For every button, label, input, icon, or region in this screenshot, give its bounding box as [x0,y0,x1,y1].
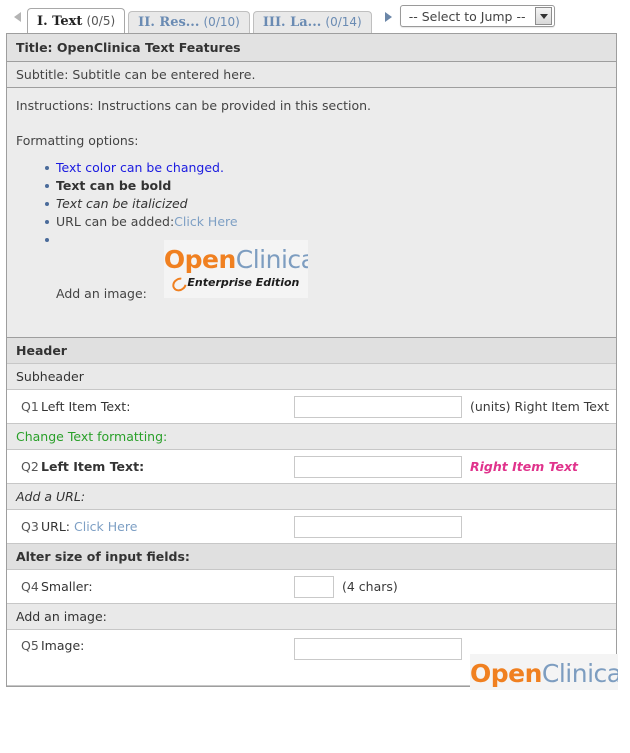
question-row-q3: Q3 URL: Click Here [7,510,616,544]
tab-section-1-count: (0/5) [86,14,116,28]
section-subtitle: Subtitle: Subtitle can be entered here. [7,62,616,88]
jump-select-button[interactable] [535,7,553,25]
list-item: Add an image: OpenClinica Enterprise Edi… [45,231,607,303]
group-change-text-formatting: Change Text formatting: [7,424,616,450]
question-input-wrap-q3 [294,515,462,538]
instructions-text: Instructions: Instructions can be provid… [16,98,372,113]
chevron-down-icon [539,13,548,19]
openclinica-logo-enterprise: OpenClinica Enterprise Edition [163,240,308,298]
jump-select-value: -- Select to Jump -- [408,8,526,24]
logo-clinica-text: Clinica [235,245,308,274]
jump-to-section-select[interactable]: -- Select to Jump -- [399,5,556,27]
logo-open-text-bottom: Open [470,659,542,688]
logo-edition-line: Enterprise Edition [164,275,308,291]
question-input-q5[interactable] [294,638,462,660]
group-add-an-image: Add an image: [7,604,616,630]
question-label-q3: URL: Click Here [41,519,294,534]
question-row-q5: Q5 Image: OpenClinica [7,630,618,690]
question-input-q4[interactable] [294,575,334,598]
section-panel: Title: OpenClinica Text Features Subtitl… [6,33,618,690]
question-input-wrap-q2 [294,455,462,478]
question-row-q2: Q2 Left Item Text: Right Item Text [7,450,616,484]
swoosh-icon [172,277,185,288]
question-row-q1: Q1 Left Item Text: (units) Right Item Te… [7,390,616,424]
list-item: URL can be added:Click Here [45,213,607,231]
question-input-wrap-q5 [294,638,462,660]
question-number-q2: Q2 [21,459,39,474]
logo-edition-text: Enterprise Edition [187,276,300,289]
tab-section-3-count: (0/14) [325,15,362,29]
question-input-q3[interactable] [294,515,462,538]
tab-section-1[interactable]: I. Text (0/5) [27,8,126,33]
group-header: Header [7,338,616,364]
question-number-q4: Q4 [21,579,39,594]
question-label-q2: Left Item Text: [41,459,145,474]
list-item: Text can be bold [45,177,607,195]
question-right-text-q4: (4 chars) [342,579,398,594]
list-item: Text color can be changed. [45,159,607,177]
formatting-url-prefix: URL can be added: [56,214,175,229]
question-number-q5: Q5 [21,638,39,653]
group-alter-size: Alter size of input fields: [7,544,616,570]
formatting-image-label: Add an image: [56,286,147,301]
tab-bar: I. Text (0/5) II. Res... (0/10) III. La.… [0,0,630,33]
question-input-wrap-q1 [294,395,462,418]
form-page: I. Text (0/5) II. Res... (0/10) III. La.… [0,0,630,753]
formatting-color-text: Text color can be changed. [56,160,224,175]
tab-section-3[interactable]: III. La... (0/14) [252,11,372,33]
instructions-click-here-link[interactable]: Click Here [174,214,237,229]
chevron-right-icon[interactable] [384,12,392,22]
section-instructions: Instructions: Instructions can be provid… [7,88,616,338]
question-number-q3: Q3 [21,519,39,534]
logo-wordmark-bottom: OpenClinica [470,654,618,686]
formatting-italic-text: Text can be italicized [56,196,188,211]
group-add-a-url: Add a URL: [7,484,616,510]
question-number-q1: Q1 [21,399,39,414]
list-item: Text can be italicized [45,195,607,213]
logo-open-text: Open [163,245,236,274]
question-label-q3-prefix: URL: [41,519,71,534]
question-row-q4: Q4 Smaller: (4 chars) [7,570,616,604]
question-label-q1: Left Item Text: [41,399,131,414]
question-right-text-q2: Right Item Text [470,459,578,474]
question-input-wrap-q4 [294,575,334,598]
formatting-options-list: Text color can be changed. Text can be b… [16,159,607,303]
tab-section-2-label: II. Res... [138,15,200,30]
formatting-options-label: Formatting options: [16,133,139,148]
group-subheader: Subheader [7,364,616,390]
formatting-bold-text: Text can be bold [56,178,172,193]
question-right-text-q1: (units) Right Item Text [470,399,610,414]
question-label-q4: Smaller: [41,579,93,594]
tab-section-2-count: (0/10) [203,15,240,29]
chevron-left-icon[interactable] [14,12,21,22]
tab-section-3-label: III. La... [262,15,322,30]
openclinica-logo-bottom: OpenClinica [470,654,618,690]
logo-wordmark: OpenClinica [164,245,308,274]
tab-section-1-label: I. Text [37,14,83,29]
logo-clinica-text-bottom: Clinica [541,659,618,688]
question-input-q1[interactable] [294,395,462,418]
question-label-q5: Image: [41,638,85,653]
question-q3-click-here-link[interactable]: Click Here [74,519,137,534]
section-title: Title: OpenClinica Text Features [7,34,616,62]
question-input-q2[interactable] [294,455,462,478]
tab-section-2[interactable]: II. Res... (0/10) [128,11,250,33]
